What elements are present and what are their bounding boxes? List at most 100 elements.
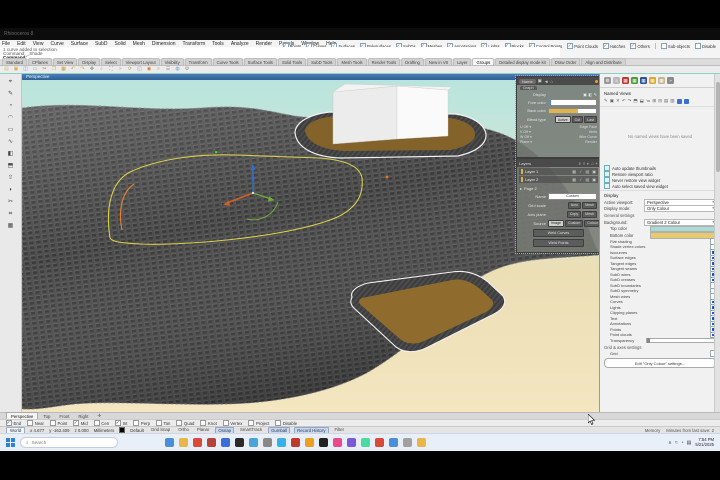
toolbar-tab-transform[interactable]: Transform	[184, 58, 212, 65]
rotate-icon[interactable]: ⟳	[127, 66, 134, 73]
libraries-tab[interactable]: ▦	[658, 77, 665, 84]
toolbar-tab-curve-tools[interactable]: Curve Tools	[212, 58, 243, 65]
new-file-icon[interactable]: ▤	[3, 66, 10, 73]
menu-file[interactable]: File	[2, 41, 10, 47]
polyline-tool-icon[interactable]: ✎	[6, 90, 15, 99]
taskbar-app-icon-8[interactable]	[277, 438, 286, 447]
taskbar-app-icon-0[interactable]	[165, 438, 174, 447]
panel-scrollbar[interactable]	[714, 74, 720, 412]
named-views-tool-4[interactable]: ↷	[628, 98, 632, 104]
named-views-tool-8[interactable]: ⊞	[652, 98, 656, 104]
properties-icon[interactable]: ☰	[165, 66, 172, 73]
toolbar-tab-layer[interactable]: Layer	[452, 58, 472, 65]
mini-option-u-off[interactable]: U Off ▾	[520, 125, 557, 129]
sun-tab[interactable]: ▦	[649, 77, 656, 84]
taskbar-app-icon-2[interactable]	[193, 438, 202, 447]
taskbar-app-icon-1[interactable]	[179, 438, 188, 447]
filter-hatches[interactable]: Hatches	[602, 43, 625, 49]
circle-tool-icon[interactable]: ◔	[6, 102, 15, 111]
layer-state-icon[interactable]: ✓	[579, 169, 582, 174]
join-tool-icon[interactable]: ⌗	[6, 210, 15, 219]
taskbar-clock[interactable]: 7:54 PM 5/21/2025	[695, 437, 714, 447]
toolbar-tab-set-view[interactable]: Set View	[52, 58, 78, 65]
user-icon[interactable]: ⌂	[550, 79, 553, 84]
move-icon[interactable]: ➤	[117, 66, 124, 73]
taskbar-app-icon-7[interactable]	[263, 438, 272, 447]
filter-point-clouds[interactable]: Point Clouds	[567, 43, 598, 49]
display-tab[interactable]: ▦	[640, 77, 647, 84]
viewport-scene[interactable]	[22, 80, 599, 412]
floating-panel-top-header[interactable]: Name ▣ ◄ ⌂	[517, 77, 600, 85]
edit-display-settings-button[interactable]: Edit "Only Colour" settings...	[603, 358, 717, 368]
fore-color-field[interactable]	[548, 99, 597, 106]
layer-color-chip[interactable]	[521, 169, 523, 174]
taskbar-app-icon-12[interactable]	[333, 438, 342, 447]
back-color-field[interactable]	[548, 107, 597, 114]
menu-edit[interactable]: Edit	[17, 41, 26, 47]
cube-icon[interactable]: ◧	[588, 92, 592, 97]
taskbar-app-icon-16[interactable]	[389, 438, 398, 447]
taskbar-app-icon-5[interactable]	[235, 438, 244, 447]
named-views-tool-10[interactable]: ▤	[664, 98, 668, 104]
layer-state-icon[interactable]: ▤	[585, 177, 589, 182]
named-views-tool-5[interactable]: ⬒	[633, 98, 637, 104]
surface-tool-icon[interactable]: ◧	[6, 150, 15, 159]
named-views-tool-1[interactable]: ▣	[610, 98, 614, 104]
menu-surface[interactable]: Surface	[71, 41, 88, 47]
menu-subd[interactable]: SubD	[95, 41, 108, 47]
checkbox-icon[interactable]	[604, 183, 610, 189]
close-icon[interactable]	[595, 79, 598, 83]
menu-transform[interactable]: Transform	[183, 41, 206, 47]
gumball-icon[interactable]: ◉	[146, 66, 153, 73]
toolbar-tab-display[interactable]: Display	[78, 58, 101, 65]
background-dropdown[interactable]: Gradient 2 Colour	[644, 218, 716, 226]
toolbar-tab-cplanes[interactable]: CPlanes	[28, 58, 52, 65]
floating-panel-top[interactable]: Name ▣ ◄ ⌂ Graph Display ▣ ◧ ✎ Fore colo…	[516, 76, 601, 158]
checkbox-icon[interactable]	[602, 43, 609, 49]
layer-icon[interactable]: ≡	[155, 66, 162, 73]
layer-state-icon[interactable]: ▣	[592, 169, 596, 174]
menu-view[interactable]: View	[33, 41, 44, 47]
view-mode-icon[interactable]	[683, 98, 689, 104]
toolbar-tab-surface-tools[interactable]: Surface Tools	[243, 58, 277, 65]
checkbox-icon[interactable]	[630, 43, 637, 49]
button-auto[interactable]: Auto	[567, 201, 582, 209]
toolbar-tab-detailed-display-mode-kit[interactable]: Detailed display mode kit	[495, 58, 550, 65]
panel-tab-graph[interactable]: Graph	[520, 86, 537, 90]
name-field[interactable]: Custom	[548, 193, 597, 200]
taskbar-app-icon-17[interactable]	[403, 438, 412, 447]
button-mesh[interactable]: Mesh	[582, 210, 597, 218]
button-active[interactable]: Active	[554, 116, 571, 123]
current-layer[interactable]: Default	[130, 428, 144, 433]
print-icon[interactable]: ▭	[32, 66, 39, 73]
menu-analyze[interactable]: Analyze	[231, 41, 249, 47]
named-views-tool-9[interactable]: ⊟	[658, 98, 662, 104]
start-button[interactable]	[6, 438, 15, 447]
layer-state-icon[interactable]: ▣	[592, 177, 596, 182]
save-icon[interactable]: ◫	[22, 66, 29, 73]
toolbar-tab-viewport-layout[interactable]: Viewport Layout	[121, 58, 160, 65]
control-point[interactable]	[214, 150, 218, 154]
bottom-color-swatch[interactable]	[650, 232, 716, 239]
floating-panel-bottom[interactable]: Layers ⌕ ○ ◐ ⌂ + Layer 1 ▦ ✓ ▤ ▣ Layer 2 ▦ ✓ ▤ ▣ …	[516, 158, 617, 253]
tray-icon-3[interactable]: ▤	[687, 440, 692, 446]
button-mesh[interactable]: Mesh	[582, 201, 597, 209]
search-icon[interactable]: ⌕	[579, 161, 582, 166]
named-views-tool-7[interactable]: ≔	[646, 98, 651, 104]
filter-others[interactable]: Others	[630, 43, 650, 49]
toolbar-tab-select[interactable]: Select	[101, 58, 121, 65]
ground-tab[interactable]: ▦	[631, 77, 638, 84]
pointer-tool-icon[interactable]: ⌖	[6, 78, 15, 87]
toolbar-tab-render-tools[interactable]: Render Tools	[367, 58, 401, 65]
materials-tab[interactable]: ▦	[622, 77, 629, 84]
named-views-tool-2[interactable]: ✕	[616, 98, 620, 104]
contrast-icon[interactable]: ◐	[587, 161, 590, 166]
trim-tool-icon[interactable]: ✂	[6, 198, 15, 207]
view-mode-icon[interactable]	[676, 98, 682, 104]
named-views-tool-3[interactable]: ↶	[622, 98, 626, 104]
taskbar-app-icon-18[interactable]	[417, 438, 426, 447]
units-label[interactable]: Millimeters	[94, 428, 115, 433]
layer-row-layer-1[interactable]: Layer 1 ▦ ✓ ▤ ▣	[519, 168, 598, 175]
tray-icon-0[interactable]: ∧	[668, 440, 672, 446]
taskbar-app-icon-13[interactable]	[347, 438, 356, 447]
